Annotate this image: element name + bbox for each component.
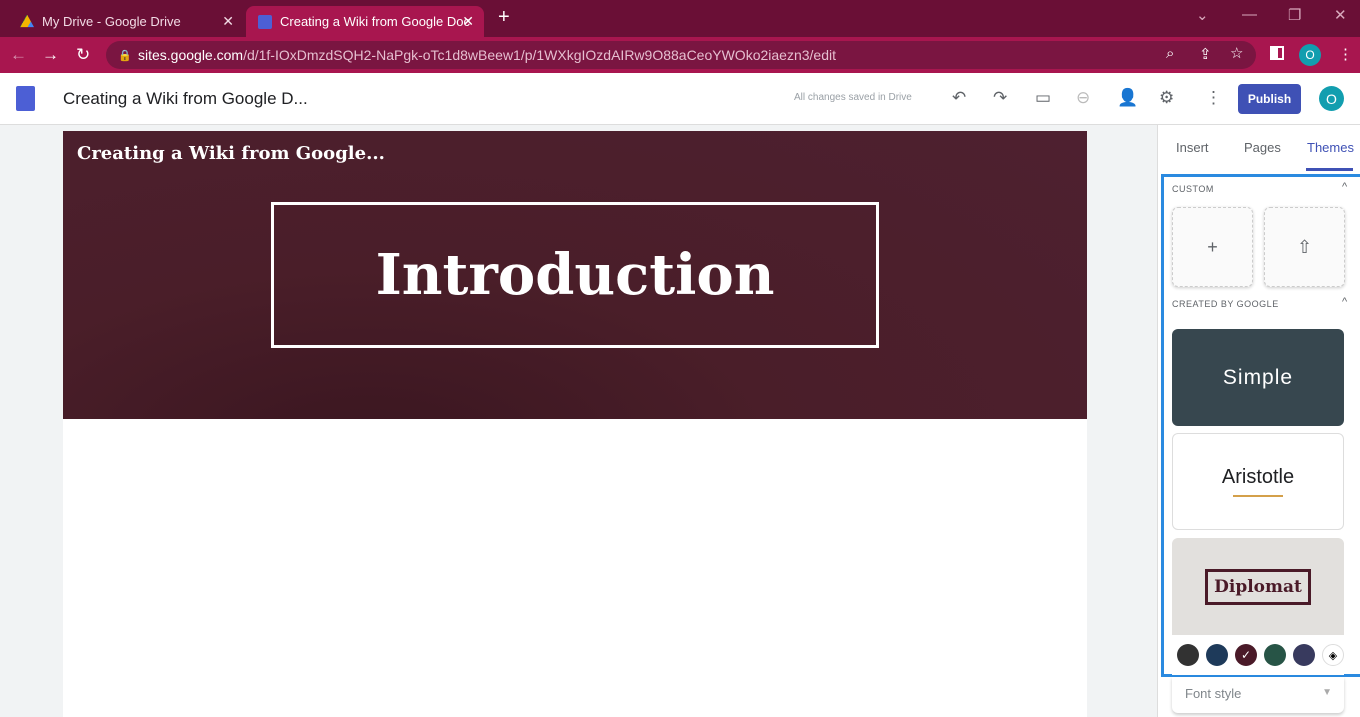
theme-aristotle[interactable]: Aristotle <box>1172 433 1344 530</box>
user-avatar[interactable]: O <box>1319 86 1344 111</box>
minimize-icon[interactable]: — <box>1242 6 1257 23</box>
check-icon: ✓ <box>1240 648 1252 662</box>
color-swatches: ✓ ◈ <box>1172 635 1344 675</box>
window-close-icon[interactable]: ✕ <box>1334 6 1347 24</box>
tab-creating-wiki[interactable]: Creating a Wiki from Google Doc ✕ <box>246 6 484 37</box>
settings-gear-icon[interactable]: ⚙ <box>1159 88 1174 108</box>
theme-underline <box>1233 495 1283 497</box>
redo-icon[interactable]: ↷ <box>993 88 1007 108</box>
close-tab-icon[interactable]: ✕ <box>222 13 234 30</box>
swatch-color[interactable] <box>1177 644 1199 666</box>
url-input[interactable]: 🔒 sites.google.com/d/1f-IOxDmzdSQH2-NaPg… <box>106 41 1256 69</box>
tab-label: My Drive - Google Drive <box>42 14 181 29</box>
profile-avatar[interactable]: O <box>1299 44 1321 66</box>
forward-icon[interactable]: → <box>42 45 59 65</box>
upload-theme-button[interactable]: ⇧ <box>1264 207 1345 287</box>
theme-diplomat[interactable]: Diplomat <box>1172 538 1344 636</box>
tab-label: Creating a Wiki from Google Doc <box>280 14 471 29</box>
back-icon[interactable]: ← <box>10 45 27 65</box>
restore-icon[interactable]: ❐ <box>1288 6 1301 24</box>
zoom-icon[interactable]: ⌕ <box>1166 45 1174 62</box>
share-icon[interactable]: ⇪ <box>1199 45 1212 63</box>
theme-simple[interactable]: Simple <box>1172 329 1344 426</box>
page-canvas[interactable]: Creating a Wiki from Google... Introduct… <box>63 131 1087 717</box>
undo-icon[interactable]: ↶ <box>952 88 966 108</box>
url-path: /d/1f-IOxDmzdSQH2-NaPgk-oTc1d8wBeew1/p/1… <box>243 47 836 63</box>
site-title[interactable]: Creating a Wiki from Google D... <box>63 89 308 109</box>
close-tab-icon[interactable]: ✕ <box>462 13 474 30</box>
link-icon[interactable]: ⊖ <box>1076 88 1090 108</box>
custom-color-bucket-icon[interactable]: ◈ <box>1322 644 1344 666</box>
plus-icon: + <box>1207 236 1218 257</box>
custom-section-label: CUSTOM <box>1172 184 1214 194</box>
theme-name: Aristotle <box>1221 466 1295 488</box>
url-host: sites.google.com <box>138 47 244 63</box>
tab-themes[interactable]: Themes <box>1307 140 1354 155</box>
lock-icon: 🔒 <box>118 49 132 62</box>
tab-my-drive[interactable]: My Drive - Google Drive ✕ <box>8 6 244 37</box>
save-status: All changes saved in Drive <box>794 92 912 103</box>
tab-insert[interactable]: Insert <box>1176 140 1209 155</box>
bookmark-star-icon[interactable]: ☆ <box>1230 44 1243 62</box>
dropdown-arrow-icon: ▼ <box>1322 687 1332 698</box>
header-banner[interactable]: Creating a Wiki from Google... Introduct… <box>63 131 1087 419</box>
google-drive-icon <box>20 14 34 28</box>
collapse-chevron-icon[interactable]: ^ <box>1342 296 1347 308</box>
preview-devices-icon[interactable]: ▭ <box>1035 88 1051 108</box>
tab-pages[interactable]: Pages <box>1244 140 1281 155</box>
theme-name: Diplomat <box>1205 569 1311 605</box>
reload-icon[interactable]: ↻ <box>76 45 90 65</box>
page-title[interactable]: Introduction <box>271 202 879 348</box>
font-style-dropdown[interactable]: Font style ▼ <box>1172 677 1344 713</box>
sites-toolbar: Creating a Wiki from Google D... All cha… <box>0 73 1360 125</box>
side-panel-icon[interactable] <box>1270 46 1284 60</box>
page-title-text: Introduction <box>375 242 775 308</box>
upload-icon: ⇧ <box>1296 236 1313 257</box>
browser-tab-bar: My Drive - Google Drive ✕ Creating a Wik… <box>0 0 1360 37</box>
more-options-icon[interactable]: ⋮ <box>1205 88 1222 108</box>
address-bar: ← → ↻ 🔒 sites.google.com/d/1f-IOxDmzdSQH… <box>0 37 1360 73</box>
collapse-chevron-icon[interactable]: ^ <box>1342 181 1347 193</box>
tab-search-chevron-icon[interactable]: ⌄ <box>1196 6 1209 24</box>
swatch-color[interactable] <box>1264 644 1286 666</box>
publish-button[interactable]: Publish <box>1238 84 1301 114</box>
swatch-color-selected[interactable]: ✓ <box>1235 644 1257 666</box>
swatch-color[interactable] <box>1293 644 1315 666</box>
site-name[interactable]: Creating a Wiki from Google... <box>77 143 385 164</box>
google-sites-icon <box>258 14 272 29</box>
google-sites-logo-icon[interactable] <box>16 86 35 111</box>
active-tab-indicator <box>1306 168 1353 171</box>
browser-menu-icon[interactable]: ⋮ <box>1338 45 1353 63</box>
create-theme-button[interactable]: + <box>1172 207 1253 287</box>
share-with-others-icon[interactable]: 👤 <box>1117 88 1138 108</box>
created-by-google-label: CREATED BY GOOGLE <box>1172 299 1279 309</box>
theme-name: Simple <box>1222 365 1294 389</box>
new-tab-icon[interactable]: + <box>498 6 510 29</box>
swatch-color[interactable] <box>1206 644 1228 666</box>
font-style-label: Font style <box>1185 686 1242 701</box>
